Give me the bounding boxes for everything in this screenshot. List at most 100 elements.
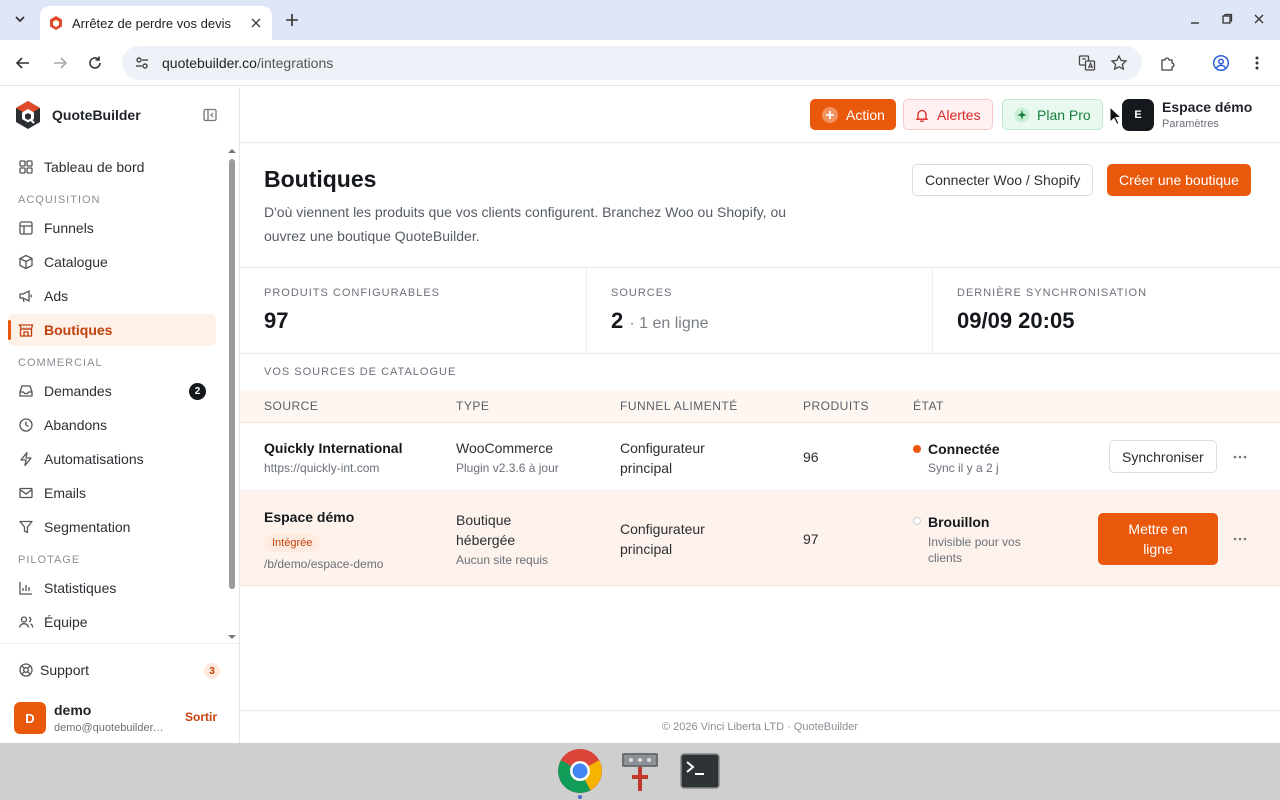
- translate-icon[interactable]: [1078, 54, 1096, 72]
- toolbox-icon: [622, 753, 658, 791]
- quotebuilder-logo-icon: [16, 101, 40, 129]
- site-settings-icon[interactable]: [134, 55, 150, 71]
- workspace-settings-link[interactable]: Paramètres: [1162, 118, 1219, 130]
- more-horizontal-icon[interactable]: [1232, 449, 1248, 465]
- column-header-type: TYPE: [456, 399, 490, 413]
- sidebar-item-automatisations[interactable]: Automatisations: [8, 443, 216, 475]
- source-type: WooCommerce: [456, 440, 553, 456]
- sidebar-item-label: Emails: [44, 485, 87, 501]
- section-pilotage: PILOTAGE: [18, 554, 81, 566]
- sidebar-item-funnels[interactable]: Funnels: [8, 212, 216, 244]
- stat-sub: · 1 en ligne: [629, 315, 709, 332]
- kebab-menu-icon: [1255, 56, 1259, 70]
- close-tab-icon[interactable]: [248, 15, 264, 31]
- user-profile: D demo demo@quotebuilder.co Sortir: [14, 698, 226, 738]
- sidebar-item-ads[interactable]: Ads: [8, 280, 216, 312]
- sidebar-item-equipe[interactable]: Équipe: [8, 606, 216, 638]
- sidebar-item-label: Abandons: [44, 417, 108, 433]
- table-header: SOURCE TYPE FUNNEL ALIMENTÉ PRODUITS ÉTA…: [240, 390, 1280, 423]
- sidebar-item-boutiques[interactable]: Boutiques: [8, 314, 216, 346]
- sidebar-item-label: Tableau de bord: [44, 159, 145, 175]
- stat-label: SOURCES: [611, 287, 673, 299]
- status-detail: Sync il y a 2 j: [928, 461, 999, 475]
- plus-icon: [286, 14, 298, 26]
- address-bar[interactable]: quotebuilder.co/integrations: [122, 46, 1142, 80]
- sidebar-scrollbar[interactable]: [226, 147, 238, 643]
- workspace-avatar[interactable]: E: [1122, 99, 1154, 131]
- workspace-name[interactable]: Espace démo: [1162, 99, 1252, 115]
- browser-toolbar: quotebuilder.co/integrations: [0, 40, 1280, 86]
- product-count: 96: [803, 449, 819, 465]
- create-store-button[interactable]: Créer une boutique: [1107, 164, 1251, 196]
- section-commercial: COMMERCIAL: [18, 357, 103, 369]
- new-tab-button[interactable]: [282, 10, 302, 30]
- minimize-window-icon[interactable]: [1188, 12, 1202, 26]
- profile-button[interactable]: [1211, 53, 1231, 73]
- chevron-down-icon: [15, 16, 25, 23]
- restore-window-icon[interactable]: [1220, 12, 1234, 26]
- terminal-taskbar-icon[interactable]: [676, 747, 724, 795]
- scroll-thumb[interactable]: [229, 159, 235, 589]
- source-name[interactable]: Espace démo: [264, 509, 354, 525]
- reload-button[interactable]: [85, 53, 105, 73]
- table-row[interactable]: Quickly International https://quickly-in…: [240, 423, 1280, 491]
- integrated-badge: Intégrée: [264, 534, 321, 552]
- chrome-taskbar-icon[interactable]: [556, 747, 604, 795]
- sidebar-item-tableau-de-bord[interactable]: Tableau de bord: [8, 151, 216, 183]
- browser-menu-button[interactable]: [1247, 53, 1267, 73]
- bookmark-star-icon[interactable]: [1110, 54, 1128, 72]
- help-circle-icon: [19, 663, 33, 677]
- logout-button[interactable]: Sortir: [185, 710, 217, 724]
- user-name: demo: [54, 702, 92, 718]
- publish-button[interactable]: Mettre en ligne: [1098, 513, 1218, 565]
- back-button[interactable]: [13, 53, 33, 73]
- sidebar-item-statistiques[interactable]: Statistiques: [8, 572, 216, 604]
- source-url[interactable]: https://quickly-int.com: [264, 461, 379, 475]
- table-row[interactable]: Espace démo Intégrée /b/demo/espace-demo…: [240, 491, 1280, 586]
- source-url[interactable]: /b/demo/espace-demo: [264, 557, 383, 571]
- funnel-name: Configurateur principal: [620, 521, 705, 557]
- product-count: 97: [803, 531, 819, 547]
- connect-woo-shopify-button[interactable]: Connecter Woo / Shopify: [912, 164, 1094, 196]
- action-label: Action: [846, 106, 885, 123]
- sidebar-item-support[interactable]: Support 3: [8, 654, 220, 686]
- sidebar-item-demandes[interactable]: Demandes 2: [8, 375, 216, 407]
- funnel-name: Configurateur principal: [620, 440, 705, 476]
- sync-button[interactable]: Synchroniser: [1109, 440, 1217, 473]
- extensions-button[interactable]: [1158, 53, 1178, 73]
- page-footer: © 2026 Vinci Liberta LTD · QuoteBuilder: [240, 710, 1280, 743]
- source-name[interactable]: Quickly International: [264, 440, 402, 456]
- action-button[interactable]: Action: [810, 99, 896, 130]
- sidebar-item-label: Statistiques: [44, 580, 117, 596]
- scroll-up-arrow-icon[interactable]: [228, 147, 236, 155]
- arrow-right-icon: [54, 57, 68, 69]
- stats-row: PRODUITS CONFIGURABLES 97 SOURCES 2 · 1 …: [240, 267, 1280, 354]
- sidebar-item-segmentation[interactable]: Segmentation: [8, 511, 216, 543]
- status-detail: Invisible pour vos clients: [928, 535, 1021, 565]
- brand-logo[interactable]: QuoteBuilder: [14, 100, 141, 130]
- more-horizontal-icon[interactable]: [1232, 531, 1248, 547]
- collapse-sidebar-icon[interactable]: [202, 107, 218, 123]
- sidebar-item-label: Équipe: [44, 614, 88, 630]
- grid-icon: [19, 160, 33, 174]
- file-manager-taskbar-icon[interactable]: [616, 747, 664, 795]
- account-circle-icon: [1212, 54, 1230, 72]
- sources-section-title: VOS SOURCES DE CATALOGUE: [264, 366, 457, 378]
- stat-card-sources: SOURCES 2 · 1 en ligne: [586, 268, 933, 354]
- tab-search-button[interactable]: [8, 7, 32, 31]
- sidebar-item-label: Segmentation: [44, 519, 131, 535]
- source-type-detail: Plugin v2.3.6 à jour: [456, 461, 559, 475]
- plan-button[interactable]: Plan Pro: [1002, 99, 1103, 130]
- alerts-button[interactable]: Alertes: [903, 99, 993, 130]
- sidebar-item-abandons[interactable]: Abandons: [8, 409, 216, 441]
- forward-button[interactable]: [50, 53, 70, 73]
- scroll-down-arrow-icon[interactable]: [228, 633, 236, 641]
- browser-tab[interactable]: Arrêtez de perdre vos devis: [40, 6, 272, 40]
- sidebar-item-emails[interactable]: Emails: [8, 477, 216, 509]
- sidebar-item-catalogue[interactable]: Catalogue: [8, 246, 216, 278]
- sidebar-item-label: Demandes: [44, 383, 112, 399]
- column-header-source: SOURCE: [264, 399, 319, 413]
- close-window-icon[interactable]: [1252, 12, 1266, 26]
- filter-icon: [19, 520, 33, 534]
- avatar[interactable]: D: [14, 702, 46, 734]
